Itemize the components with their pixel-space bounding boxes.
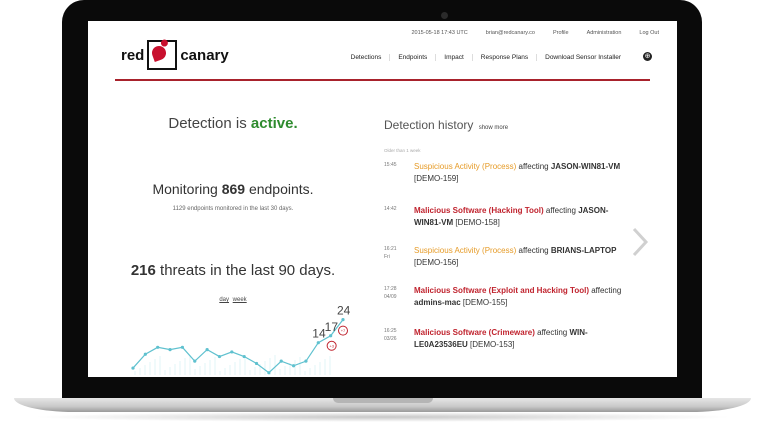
logo-text-red: red [121, 46, 145, 64]
timestamp: 2015-05-18 17:43 UTC [411, 30, 468, 36]
detection-type-link[interactable]: Malicious Software (Exploit and Hacking … [414, 286, 589, 295]
affecting-label: affecting [588, 286, 622, 295]
detection-id: [DEMO-153] [467, 340, 515, 349]
history-item[interactable]: 16:25 03/26 Malicious Software (Crimeware)… [384, 327, 624, 351]
main-nav: Detections Endpoints Impact Response Pla… [343, 54, 629, 61]
detection-id: [DEMO-158] [453, 218, 500, 227]
history-text: Malicious Software (Exploit and Hacking … [414, 285, 624, 309]
logo-text-canary: canary [180, 46, 229, 64]
chart-point [205, 348, 209, 352]
nav-download-sensor[interactable]: Download Sensor Installer [536, 54, 629, 61]
endpoint-host[interactable]: BRIANS-LAPTOP [551, 246, 617, 255]
user-email[interactable]: brian@redcanary.co [486, 30, 535, 36]
endpoint-host[interactable]: JASON-WIN81-VM [551, 162, 620, 171]
range-day[interactable]: day [219, 297, 229, 303]
header-divider [115, 79, 650, 81]
history-text: Malicious Software (Crimeware) affecting… [414, 327, 624, 351]
nav-response-plans[interactable]: Response Plans [471, 54, 536, 61]
show-more-link[interactable]: show more [479, 125, 508, 131]
chart-value-label: 24 [337, 305, 351, 318]
camera [441, 12, 448, 19]
monitoring-summary: Monitoring 869 endpoints. [88, 181, 378, 197]
threats-count: 216 [130, 262, 156, 279]
top-utility-bar: 2015-05-18 17:43 UTC brian@redcanary.co … [412, 30, 660, 36]
history-text: Suspicious Activity (Process) affecting … [414, 161, 624, 185]
globe-icon[interactable]: ⊕ [643, 52, 652, 61]
older-label: Older than 1 week [384, 148, 421, 153]
detection-type-link[interactable]: Suspicious Activity (Process) [414, 246, 516, 255]
threats-line-chart: 141724+3+7 [131, 305, 351, 375]
canary-bird-icon [147, 40, 178, 70]
history-item[interactable]: 14:42 Malicious Software (Hacking Tool) a… [384, 205, 624, 229]
chart-point [279, 359, 283, 363]
chart-point [291, 364, 296, 368]
history-time: 14:42 [384, 206, 397, 212]
administration-link[interactable]: Administration [587, 30, 622, 36]
chart-point [304, 359, 308, 363]
chart-point [193, 359, 197, 363]
monitoring-suffix: endpoints. [245, 181, 314, 197]
affecting-label: affecting [534, 328, 570, 337]
red-canary-logo[interactable]: red canary [121, 40, 229, 70]
nav-detections[interactable]: Detections [343, 54, 390, 61]
chart-delta-label: +3 [329, 343, 334, 348]
threats-summary: 216 threats in the last 90 days. [88, 262, 378, 279]
detection-type-link[interactable]: Suspicious Activity (Process) [414, 162, 516, 171]
profile-link[interactable]: Profile [553, 30, 569, 36]
detection-type-link[interactable]: Malicious Software (Hacking Tool) [414, 206, 544, 215]
chart-point [254, 361, 259, 366]
screen: 2015-05-18 17:43 UTC brian@redcanary.co … [88, 21, 677, 377]
chart-point [341, 318, 345, 322]
chart-value-label: 17 [325, 320, 339, 334]
monitoring-prefix: Monitoring [152, 181, 222, 197]
chart-point [131, 366, 135, 370]
history-item[interactable]: 16:21 Fri Suspicious Activity (Process) af… [384, 245, 624, 269]
detection-id: [DEMO-155] [460, 298, 508, 307]
monitoring-count: 869 [221, 181, 246, 197]
history-time: 17:28 04/09 [384, 286, 397, 300]
laptop-notch [333, 398, 433, 403]
detection-id: [DEMO-156] [414, 258, 459, 267]
chart-point [217, 354, 222, 359]
nav-impact[interactable]: Impact [435, 54, 472, 61]
chart-point [143, 352, 147, 356]
affecting-label: affecting [516, 246, 551, 255]
history-text: Suspicious Activity (Process) affecting … [414, 245, 624, 269]
affecting-label: affecting [543, 206, 579, 215]
detection-type-link[interactable]: Malicious Software (Crimeware) [414, 328, 535, 337]
endpoint-host[interactable]: admins-mac [414, 298, 461, 307]
detection-id: [DEMO-159] [414, 174, 459, 183]
history-time: 15:45 [384, 162, 397, 168]
chart-point [242, 354, 246, 359]
detection-prefix: Detection is [168, 115, 251, 132]
threats-suffix: threats in the last 90 days. [155, 262, 336, 279]
range-week[interactable]: week [233, 297, 247, 303]
history-time: 16:25 03/26 [384, 328, 397, 342]
chart-point [267, 371, 271, 375]
history-text: Malicious Software (Hacking Tool) affect… [414, 205, 624, 229]
chart-point [168, 348, 172, 352]
range-toggle: day week [88, 297, 378, 303]
history-item[interactable]: 15:45 Suspicious Activity (Process) affec… [384, 161, 624, 185]
detection-history-header: Detection history show more [384, 118, 508, 132]
history-title: Detection history [384, 118, 474, 132]
chart-point [180, 345, 185, 349]
chart-point [316, 341, 320, 345]
history-item[interactable]: 17:28 04/09 Malicious Software (Exploit an… [384, 285, 624, 309]
detection-active: active. [250, 115, 298, 132]
laptop-shadow [30, 412, 735, 422]
affecting-label: affecting [516, 162, 551, 171]
detection-status: Detection is active. [88, 115, 378, 132]
chart-point [329, 334, 333, 338]
monitoring-subtext: 1129 endpoints monitored in the last 30 … [172, 206, 294, 212]
chart-point [156, 345, 160, 349]
logout-link[interactable]: Log Out [639, 30, 659, 36]
chevron-right-icon[interactable] [630, 227, 650, 257]
nav-endpoints[interactable]: Endpoints [389, 54, 435, 61]
chart-point [230, 350, 234, 354]
history-time: 16:21 Fri [384, 246, 397, 260]
chart-delta-label: +7 [341, 328, 346, 333]
